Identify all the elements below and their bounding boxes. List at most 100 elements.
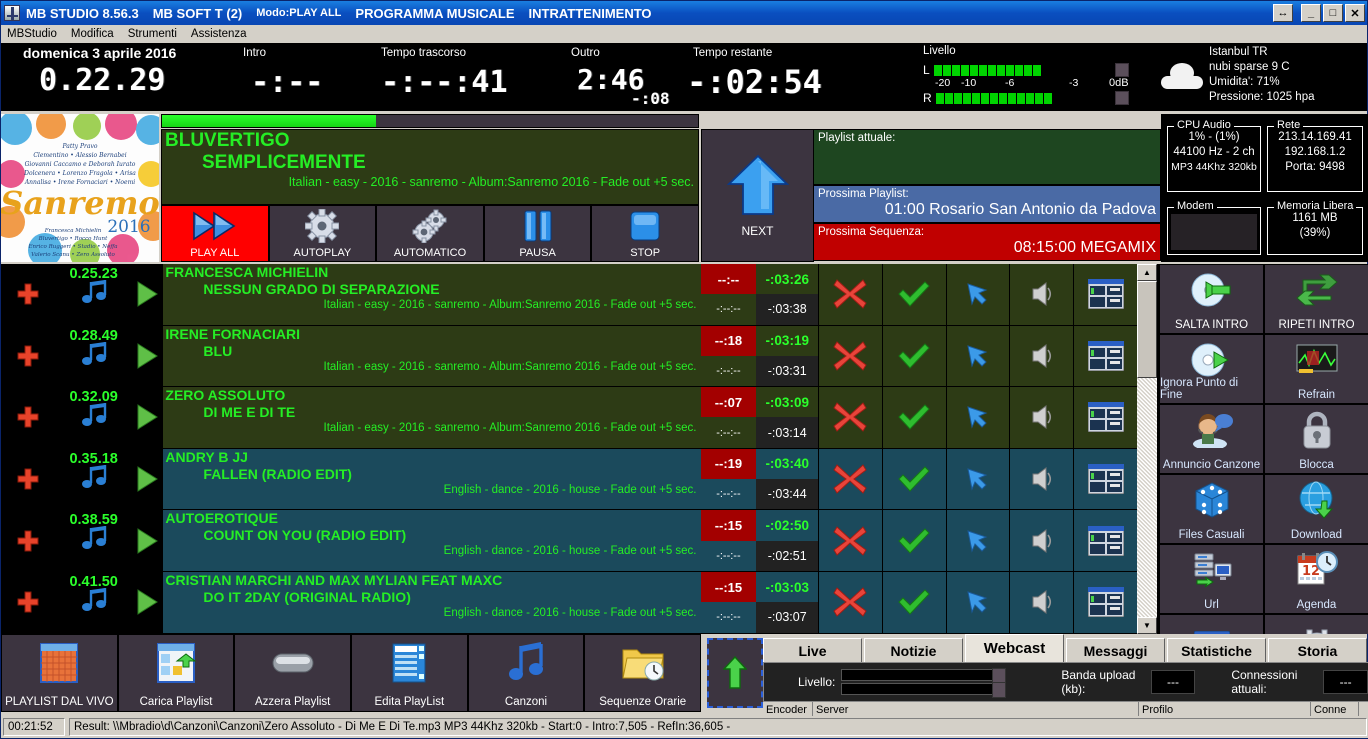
table-row[interactable]: 0.41.50 CRISTIAN MARCHI AND MAX MYLIAN FE…	[1, 571, 1137, 634]
plus-icon[interactable]	[1, 510, 55, 571]
window-preview-icon[interactable]	[1073, 264, 1137, 325]
webcast-level-slider-left[interactable]	[841, 668, 1007, 684]
red-x-icon[interactable]	[818, 325, 882, 387]
tab-live[interactable]: Live	[763, 638, 862, 662]
maximize-button[interactable]: □	[1323, 4, 1343, 22]
toolbar-button-azzera-playlist[interactable]: Azzera Playlist	[234, 634, 352, 712]
menu-item-modifica[interactable]: Modifica	[71, 28, 114, 40]
scroll-down-button[interactable]: ▼	[1137, 617, 1157, 634]
play-triangle-icon[interactable]	[132, 387, 163, 448]
play-triangle-icon[interactable]	[132, 264, 163, 325]
sidebar-item-files-casuali[interactable]: Files Casuali	[1159, 474, 1264, 544]
green-check-icon[interactable]	[881, 510, 946, 571]
slider-thumb-right[interactable]	[992, 682, 1007, 698]
plus-icon[interactable]	[1, 264, 55, 325]
sidebar-item-url[interactable]: Url	[1159, 544, 1264, 614]
row-track-info[interactable]: FRANCESCA MICHIELIN NESSUN GRADO DI SEPAR…	[162, 264, 701, 325]
row-track-info[interactable]: ANDRY B JJ FALLEN (RADIO EDIT) English - d…	[162, 448, 701, 510]
speaker-icon[interactable]	[1009, 387, 1074, 448]
red-x-icon[interactable]	[818, 387, 882, 448]
blue-arrow-icon[interactable]	[945, 264, 1010, 325]
row-track-info[interactable]: AUTOEROTIQUE COUNT ON YOU (RADIO EDIT) Eng…	[162, 510, 701, 571]
next-playlist-box[interactable]: Prossima Playlist: 01:00 Rosario San Ant…	[813, 185, 1161, 223]
toolbar-button-edita-playlist[interactable]: Edita PlayList	[351, 634, 468, 712]
stop-button[interactable]: STOP	[591, 205, 699, 262]
speaker-icon[interactable]	[1009, 264, 1074, 325]
sidebar-item-annuncio-canzone[interactable]: Annuncio Canzone	[1159, 404, 1264, 474]
drop-zone[interactable]	[707, 638, 763, 708]
play-triangle-icon[interactable]	[132, 448, 163, 510]
tab-webcast[interactable]: Webcast	[965, 634, 1064, 662]
blue-arrow-icon[interactable]	[945, 448, 1010, 510]
scrollbar-thumb[interactable]	[1137, 281, 1157, 378]
green-check-icon[interactable]	[881, 448, 946, 510]
window-preview-icon[interactable]	[1073, 571, 1137, 633]
bottom-tabs[interactable]: Live Notizie Webcast Messaggi Statistiche Sto…	[763, 634, 1368, 662]
toolbar-button-carica-playlist[interactable]: Carica Playlist	[117, 634, 235, 712]
speaker-icon[interactable]	[1009, 571, 1074, 633]
table-row[interactable]: 0.38.59 AUTOEROTIQUE COUNT ON YOU (RADIO E…	[1, 510, 1137, 572]
plus-icon[interactable]	[1, 325, 55, 387]
speaker-icon[interactable]	[1009, 448, 1074, 510]
table-row[interactable]: 0.32.09 ZERO ASSOLUTO DI ME E DI TE Italian…	[1, 387, 1137, 449]
play-triangle-icon[interactable]	[132, 571, 163, 633]
next-button[interactable]: NEXT	[701, 129, 814, 262]
window-preview-icon[interactable]	[1073, 448, 1137, 510]
speaker-icon[interactable]	[1009, 325, 1074, 387]
green-check-icon[interactable]	[881, 264, 946, 325]
play-triangle-icon[interactable]	[132, 510, 163, 571]
plus-icon[interactable]	[1, 448, 55, 510]
autoplay-button[interactable]: AUTOPLAY	[268, 205, 377, 262]
window-preview-icon[interactable]	[1073, 387, 1137, 448]
play-all-button[interactable]: PLAY ALL	[161, 205, 269, 262]
sidebar-item-refrain[interactable]: Refrain	[1264, 334, 1368, 404]
red-x-icon[interactable]	[818, 448, 882, 510]
tab-statistiche[interactable]: Statistiche	[1167, 638, 1266, 662]
menu-item-assistenza[interactable]: Assistenza	[191, 28, 247, 40]
sidebar-item-download[interactable]: Download	[1264, 474, 1368, 544]
play-triangle-icon[interactable]	[132, 325, 163, 387]
automatico-button[interactable]: AUTOMATICO	[376, 205, 484, 262]
menu-item-mbstudio[interactable]: MBStudio	[7, 28, 57, 40]
sidebar-item-salta-intro[interactable]: SALTA INTRO	[1159, 264, 1264, 334]
blue-arrow-icon[interactable]	[945, 571, 1010, 633]
window-preview-icon[interactable]	[1073, 325, 1137, 387]
row-track-info[interactable]: ZERO ASSOLUTO DI ME E DI TE Italian - easy…	[162, 387, 701, 448]
speaker-icon[interactable]	[1009, 510, 1074, 571]
menu-item-strumenti[interactable]: Strumenti	[128, 28, 177, 40]
plus-icon[interactable]	[1, 387, 55, 448]
green-check-icon[interactable]	[881, 387, 946, 448]
next-sequence-box[interactable]: Prossima Sequenza: 08:15:00 MEGAMIX	[813, 223, 1161, 261]
scrollbar-track[interactable]	[1137, 281, 1157, 617]
tab-messaggi[interactable]: Messaggi	[1066, 638, 1165, 662]
playlist-table[interactable]: 0.25.23 FRANCESCA MICHIELIN NESSUN GRADO D…	[1, 264, 1137, 634]
sidebar-item-ignora-punto-di-fine[interactable]: Ignora Punto di Fine	[1159, 334, 1264, 404]
current-playlist-box[interactable]: Playlist attuale:	[813, 129, 1161, 185]
row-track-info[interactable]: CRISTIAN MARCHI AND MAX MYLIAN FEAT MAXC…	[162, 571, 701, 633]
action-sidebar[interactable]: SALTA INTRO RIPETI INTRO Ignora Punto di F…	[1159, 264, 1368, 634]
sidebar-item-ripeti-intro[interactable]: RIPETI INTRO	[1264, 264, 1368, 334]
tab-storia[interactable]: Storia	[1268, 638, 1367, 662]
sidebar-item-agenda[interactable]: 12 Agenda	[1264, 544, 1368, 614]
blue-arrow-icon[interactable]	[945, 387, 1010, 448]
toolbar-button-sequenze-orarie[interactable]: Sequenze Orarie	[584, 634, 702, 712]
blue-arrow-icon[interactable]	[945, 510, 1010, 571]
playback-progress-bar[interactable]	[161, 114, 699, 128]
green-check-icon[interactable]	[881, 571, 946, 633]
sidebar-item-keyboard[interactable]	[1159, 614, 1264, 634]
toolbar-button-canzoni[interactable]: Canzoni	[467, 634, 585, 712]
red-x-icon[interactable]	[818, 510, 882, 571]
close-button[interactable]: ✕	[1345, 4, 1365, 22]
row-track-info[interactable]: IRENE FORNACIARI BLU Italian - easy - 2016…	[162, 325, 701, 387]
sidebar-item-blocca[interactable]: Blocca	[1264, 404, 1368, 474]
toolbar-button-playlist-dal-vivo[interactable]: PLAYLIST DAL VIVO	[1, 634, 118, 712]
webcast-sliders[interactable]	[839, 668, 1007, 698]
minimize-button[interactable]: _	[1301, 4, 1321, 22]
webcast-level-slider-right[interactable]	[841, 682, 1007, 698]
tab-notizie[interactable]: Notizie	[864, 638, 963, 662]
table-row[interactable]: 0.28.49 IRENE FORNACIARI BLU Italian - easy…	[1, 325, 1137, 388]
blue-arrow-icon[interactable]	[945, 325, 1010, 387]
window-preview-icon[interactable]	[1073, 510, 1137, 571]
sidebar-item-settings[interactable]	[1264, 614, 1368, 634]
scroll-up-button[interactable]: ▲	[1137, 264, 1157, 281]
